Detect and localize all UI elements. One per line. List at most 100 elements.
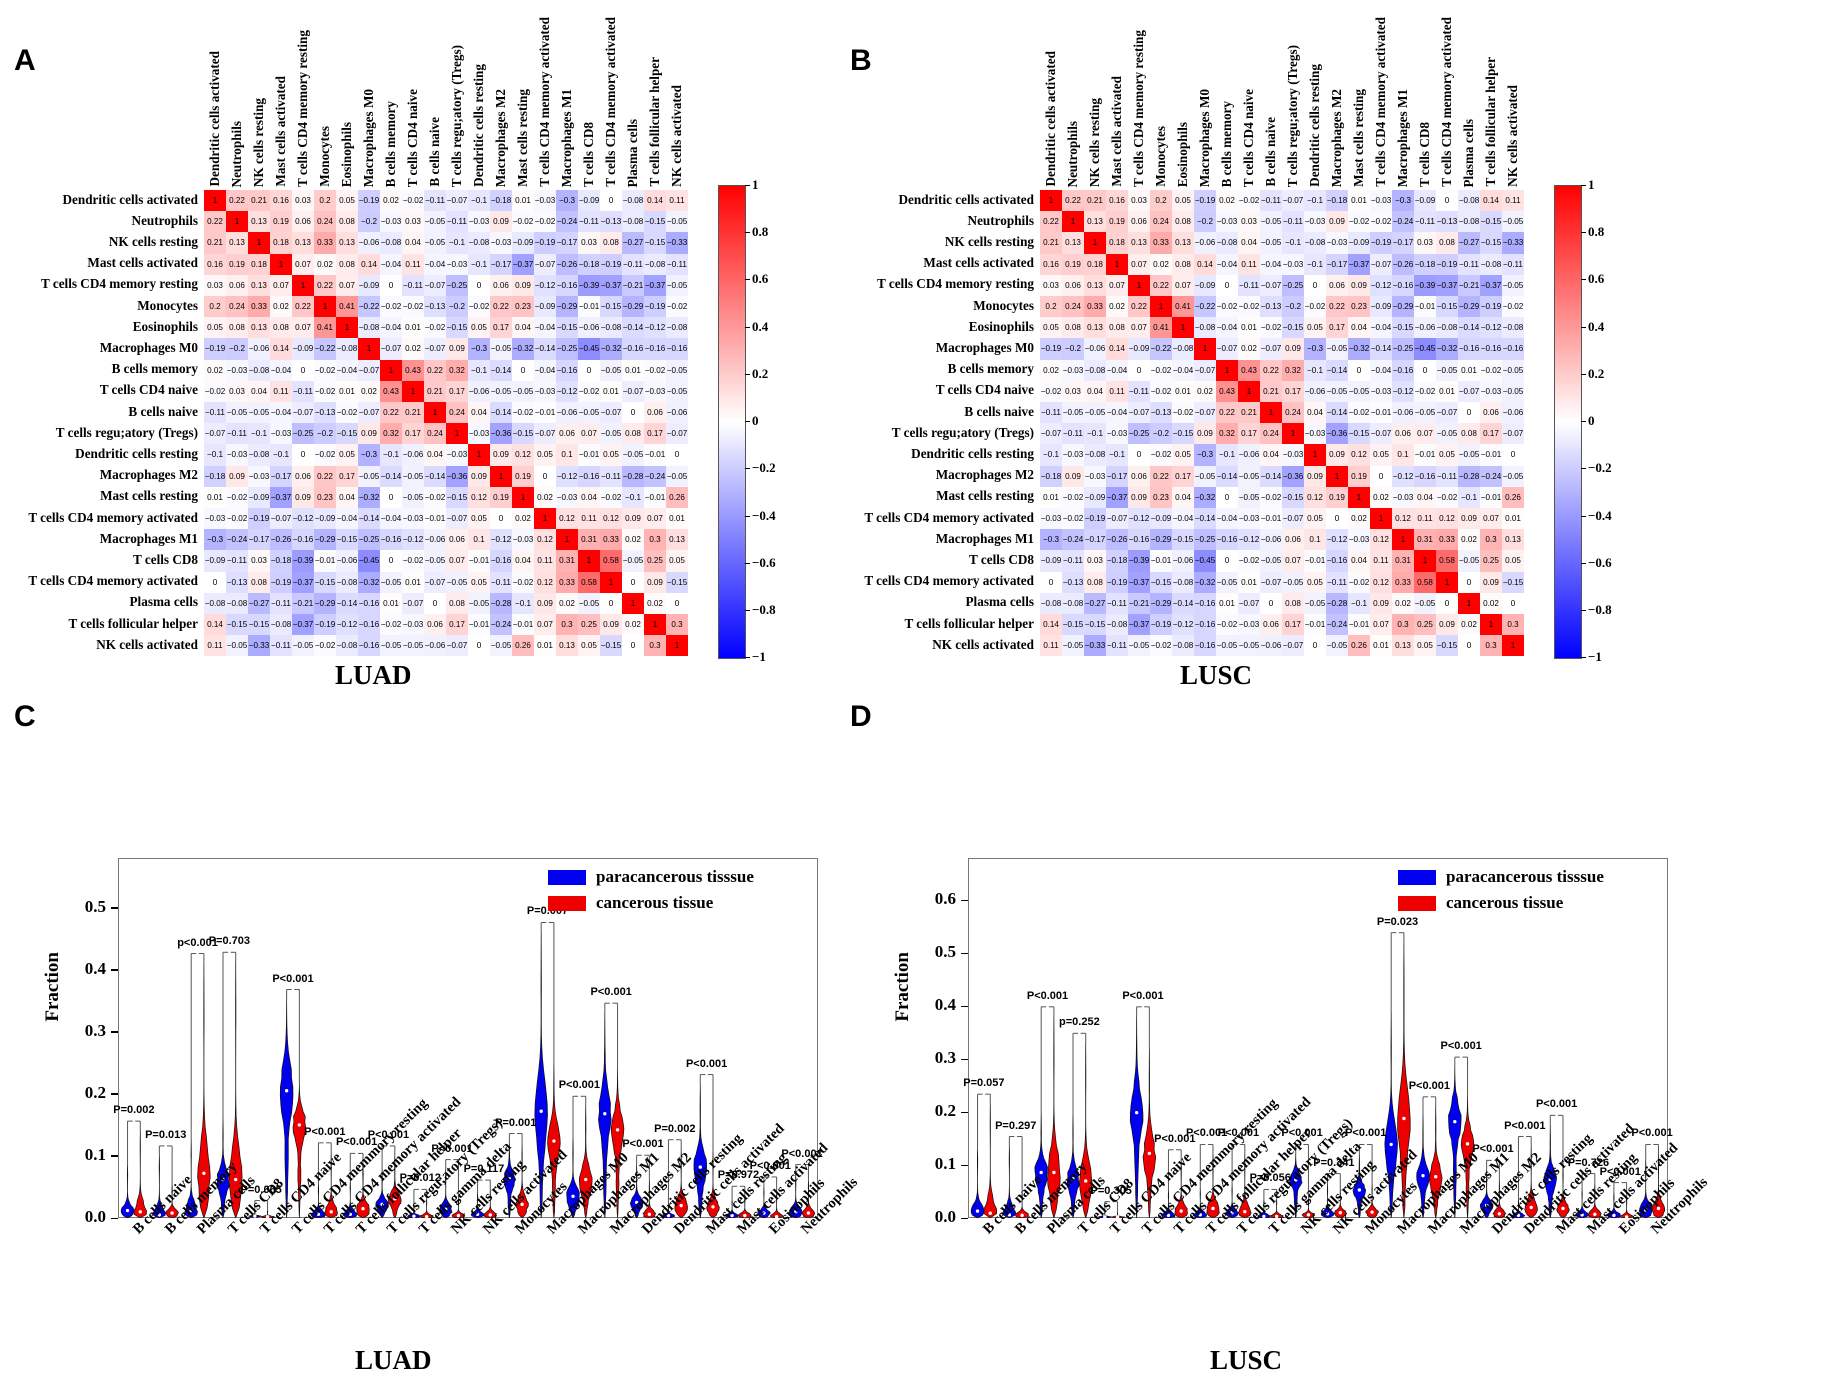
heatmap-cell: 0.3 [1392, 614, 1414, 636]
heatmap-cell: 0.43 [1238, 359, 1260, 381]
heatmap-cell: −0.03 [1238, 508, 1260, 530]
heatmap-cell: −0.02 [1238, 550, 1260, 572]
heatmap-cell: −0.05 [1414, 402, 1436, 424]
heatmap-cell: 0.14 [1106, 338, 1128, 360]
heatmap-cell: −0.27 [1084, 592, 1106, 614]
heatmap-cell: 0.08 [1062, 317, 1084, 339]
heatmap-cell: 0.21 [1040, 232, 1062, 254]
heatmap-cell: 0.01 [1238, 317, 1260, 339]
heatmap-cell: −0.11 [1458, 253, 1480, 275]
heatmap-cell: −0.39 [1128, 550, 1150, 572]
heatmap-cell: −0.02 [1348, 571, 1370, 593]
heatmap-cell: 0.17 [1238, 423, 1260, 445]
heatmap-cell: −0.15 [1480, 211, 1502, 233]
heatmap-cell: 0.33 [1084, 296, 1106, 318]
heatmap-cell: 0.07 [1106, 274, 1128, 296]
heatmap-cell: 0.13 [1062, 232, 1084, 254]
violin-y-tick-label: 0.0 [84, 1207, 106, 1226]
p-value-label: P=0.703 [208, 935, 250, 948]
heatmap-cell: −0.36 [1282, 465, 1304, 487]
heatmap-cell: −0.16 [1502, 338, 1524, 360]
heatmap-cell: −0.04 [1106, 402, 1128, 424]
violin-y-tick-label: 0.1 [934, 1154, 956, 1174]
colorbar-tick-mark [1581, 279, 1586, 281]
heatmap-cell: −0.14 [1326, 359, 1348, 381]
legend-swatch [548, 896, 586, 911]
heatmap-cell: −0.1 [1106, 444, 1128, 466]
heatmap-cell: 0 [1436, 190, 1458, 212]
heatmap-cell: −0.16 [1414, 465, 1436, 487]
heatmap-cell: −0.06 [1260, 529, 1282, 551]
heatmap-cell: −0.05 [1062, 635, 1084, 657]
colorbar-tick-mark [1581, 185, 1586, 186]
heatmap-cell: 0 [1348, 359, 1370, 381]
heatmap-cell: −0.04 [1260, 253, 1282, 275]
heatmap-cell: −0.06 [1238, 444, 1260, 466]
heatmap-cell: 0.17 [1480, 423, 1502, 445]
heatmap-cell: 0.08 [1172, 211, 1194, 233]
heatmap-cell: −0.15 [1436, 635, 1458, 657]
heatmap-cell: −0.08 [1216, 232, 1238, 254]
heatmap-cell: −0.02 [1062, 508, 1084, 530]
colorbar-tick-mark [1581, 232, 1586, 234]
heatmap-row-label: T cells CD4 memory activated [864, 573, 1034, 589]
p-value-label: P<0.001 [1535, 1098, 1578, 1111]
heatmap-row-label: B cells memory [947, 361, 1034, 377]
heatmap-cell: −0.32 [1194, 486, 1216, 508]
heatmap-cell: 0.19 [1348, 465, 1370, 487]
heatmap-cell: 1 [1128, 274, 1150, 296]
heatmap-cell: −0.2 [1062, 338, 1084, 360]
heatmap-cell: 1 [1348, 486, 1370, 508]
heatmap-cell: 0.24 [1260, 423, 1282, 445]
heatmap-cell: −0.08 [1084, 444, 1106, 466]
heatmap-col-label: NK cells activated [1505, 85, 1520, 187]
violin-median-dot [1421, 1173, 1425, 1178]
heatmap-cell: −0.08 [1172, 338, 1194, 360]
violin-y-tick-mark [961, 1164, 968, 1167]
heatmap-cell: 0.03 [1414, 232, 1436, 254]
heatmap-cell: −0.08 [1172, 635, 1194, 657]
heatmap-cell: 1 [1062, 211, 1084, 233]
heatmap-cell: −0.06 [1392, 402, 1414, 424]
heatmap-cell: 0.19 [1106, 211, 1128, 233]
heatmap-cell: 0.11 [1502, 190, 1524, 212]
heatmap-cell: 0.08 [1106, 317, 1128, 339]
p-value-bracket [1390, 932, 1405, 1012]
heatmap-cell: −0.14 [1370, 338, 1392, 360]
heatmap-row-label: T cells regu;atory (Tregs) [891, 424, 1034, 440]
colorbar-tick-label: −1 [1588, 649, 1602, 665]
heatmap-cell: −0.02 [1480, 359, 1502, 381]
colorbar-tick-label: −0.4 [1588, 507, 1612, 523]
colorbar-tick-label: −0.8 [1588, 602, 1612, 618]
heatmap-cell: 1 [1304, 444, 1326, 466]
heatmap-cell: −0.14 [1172, 592, 1194, 614]
heatmap-row-label: Macrophages M0 [935, 340, 1034, 355]
heatmap-col-label: T cells CD4 naive [1241, 88, 1256, 187]
heatmap-cell: −0.11 [1282, 211, 1304, 233]
heatmap-cell: −0.04 [1172, 359, 1194, 381]
heatmap-cell: −0.45 [1194, 550, 1216, 572]
heatmap-cell: 0.06 [1062, 274, 1084, 296]
heatmap-cell: −0.11 [1238, 274, 1260, 296]
heatmap-cell: 0.12 [1370, 571, 1392, 593]
colorbar-tick-label: 0.2 [1588, 365, 1605, 381]
heatmap-cell: −0.05 [1084, 402, 1106, 424]
heatmap-cell: 0.04 [1238, 232, 1260, 254]
colorbar-tick-label: −0.2 [1588, 460, 1612, 476]
heatmap-cell: 0.06 [1128, 465, 1150, 487]
heatmap-cell: −0.19 [1480, 296, 1502, 318]
heatmap-cell: −0.17 [1084, 529, 1106, 551]
heatmap-cell: 0.19 [1326, 486, 1348, 508]
violin-y-tick-label: 0.4 [84, 958, 106, 978]
heatmap-cell: −0.02 [1150, 444, 1172, 466]
heatmap-row-label: Mast cells activated [923, 255, 1034, 271]
heatmap-cell: −0.02 [1436, 486, 1458, 508]
heatmap-cell: −0.05 [1238, 635, 1260, 657]
heatmap-col-label: T cells follicular helper [1483, 57, 1498, 187]
heatmap-cell: −0.16 [1392, 359, 1414, 381]
p-value-label: P<0.001 [1122, 989, 1164, 1002]
heatmap-cell: 0.13 [1084, 274, 1106, 296]
heatmap-cell: 0.07 [1128, 253, 1150, 275]
heatmap-cell: 0.01 [1348, 190, 1370, 212]
heatmap-cell: −0.07 [1194, 402, 1216, 424]
